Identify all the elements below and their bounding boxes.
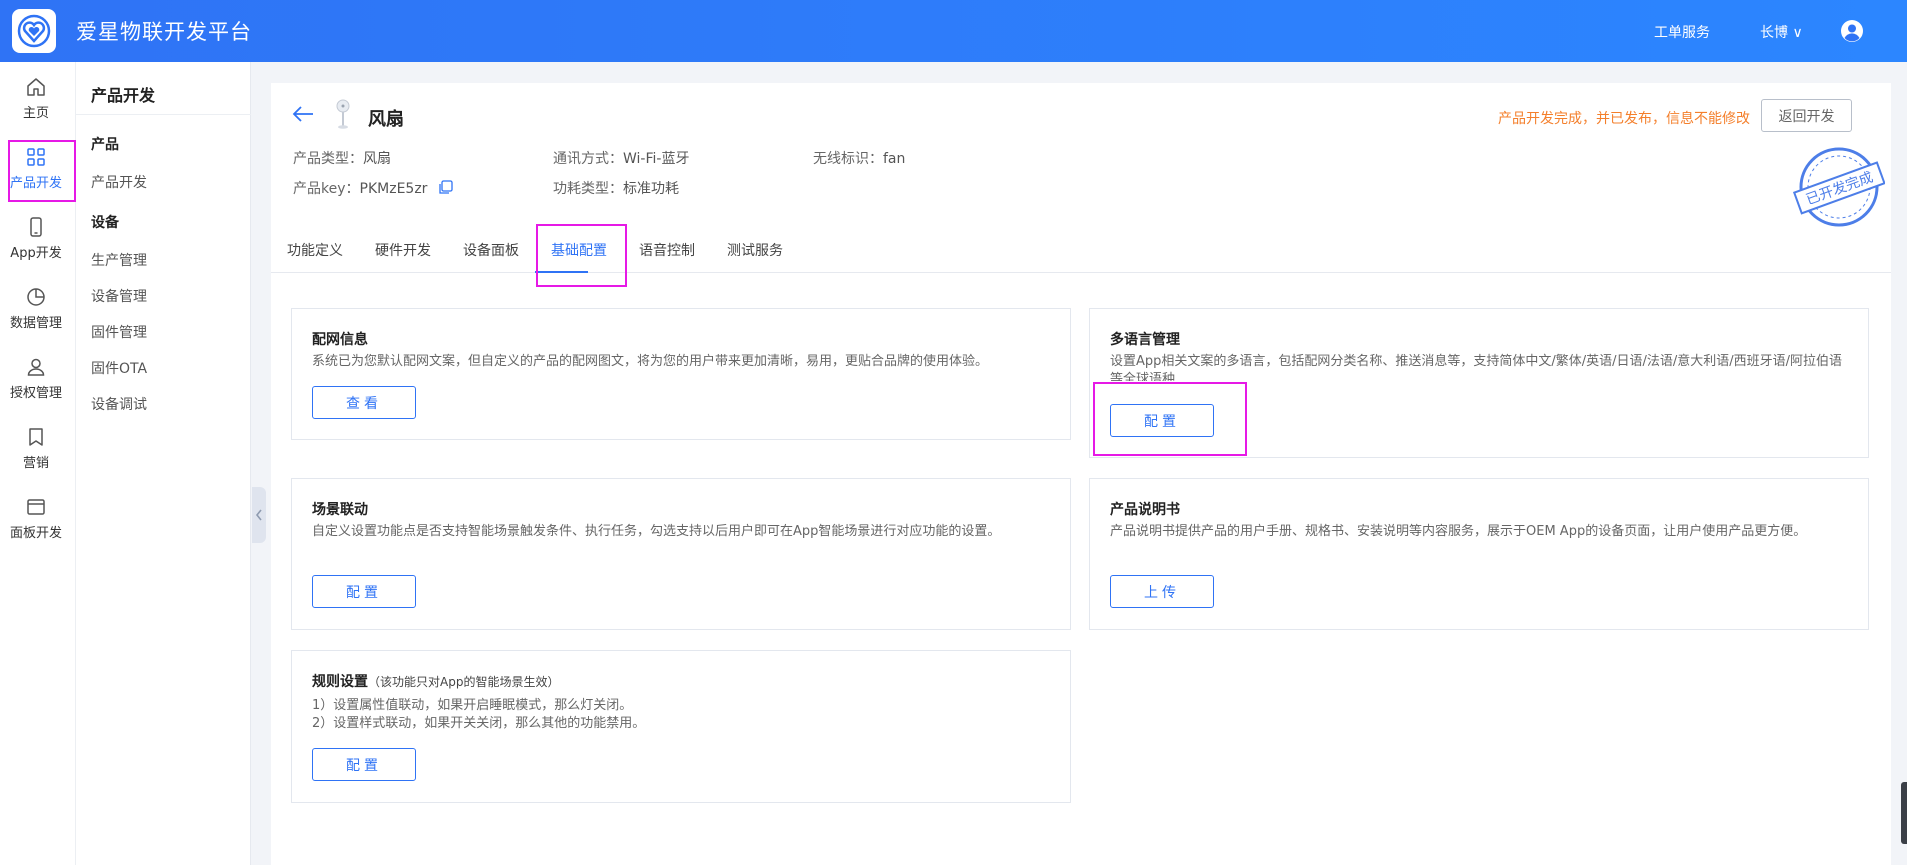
card-rules-title: 规则设置（该功能只对App的智能场景生效） <box>312 671 559 691</box>
back-arrow-icon[interactable] <box>291 104 315 124</box>
card-rules-line2: 2）设置样式联动，如果开关关闭，那么其他的功能禁用。 <box>312 716 646 731</box>
status-notice: 产品开发完成，并已发布，信息不能修改 <box>1498 111 1750 127</box>
card-network-title: 配网信息 <box>312 332 368 348</box>
product-key-value: PKMzE5zr <box>359 181 428 197</box>
nav-product-dev[interactable]: 产品开发 <box>0 138 72 196</box>
collapse-sidebar-button[interactable] <box>252 487 266 543</box>
subnav-title: 产品开发 <box>91 86 156 105</box>
pie-chart-icon <box>27 288 45 306</box>
subnav-item-ota[interactable]: 固件OTA <box>91 358 147 378</box>
active-tab-indicator <box>535 271 588 273</box>
tab-device-panel[interactable]: 设备面板 <box>463 240 519 260</box>
card-rules-line1: 1）设置属性值联动，如果开启睡眠模式，那么灯关闭。 <box>312 698 633 713</box>
user-icon <box>27 358 45 376</box>
card-network-info: 配网信息 系统已为您默认配网文案，但自定义的产品的配网图文，将为您的用户带来更加… <box>291 308 1071 440</box>
nav-app-dev-label: App开发 <box>10 246 62 261</box>
nav-auth-mgmt[interactable]: 授权管理 <box>0 348 72 406</box>
home-icon <box>27 78 45 96</box>
upload-manual-button[interactable]: 上传 <box>1110 575 1214 608</box>
nav-marketing[interactable]: 营销 <box>0 418 72 476</box>
brand-title: 爱星物联开发平台 <box>76 20 252 44</box>
card-language-desc: 设置App相关文案的多语言，包括配网分类名称、推送消息等，支持简体中文/繁体/英… <box>1110 354 1843 381</box>
tab-basic-config[interactable]: 基础配置 <box>551 240 607 260</box>
product-key: 产品key：PKMzE5zr <box>293 178 453 198</box>
tab-voice-control[interactable]: 语音控制 <box>639 240 695 260</box>
panel-icon <box>27 499 45 515</box>
subnav-group-product: 产品 <box>91 137 119 153</box>
tab-hardware-dev[interactable]: 硬件开发 <box>375 240 431 260</box>
tab-function-def[interactable]: 功能定义 <box>287 240 343 260</box>
nav-marketing-label: 营销 <box>22 456 49 471</box>
subnav-item-product-dev[interactable]: 产品开发 <box>91 172 147 192</box>
chevron-left-icon <box>255 509 262 521</box>
nav-panel-dev-label: 面板开发 <box>9 526 62 541</box>
user-menu[interactable]: 长博 ∨ <box>1760 22 1803 42</box>
fan-product-image <box>336 99 350 129</box>
nav-panel-dev[interactable]: 面板开发 <box>0 488 72 546</box>
card-scene-title: 场景联动 <box>312 502 368 518</box>
wireless-id-label: 无线标识： <box>813 151 883 167</box>
grid-icon <box>27 148 45 166</box>
nav-product-dev-label: 产品开发 <box>9 176 62 191</box>
bookmark-icon <box>29 428 43 446</box>
config-language-button[interactable]: 配置 <box>1110 404 1214 437</box>
wireless-id-value: fan <box>883 151 906 167</box>
product-key-label: 产品key： <box>293 181 360 197</box>
config-rules-button[interactable]: 配置 <box>312 748 416 781</box>
logo-icon[interactable] <box>12 9 56 53</box>
tab-bar: 功能定义 硬件开发 设备面板 基础配置 语音控制 测试服务 <box>271 227 1891 273</box>
subnav-item-debug[interactable]: 设备调试 <box>91 394 147 414</box>
nav-data-mgmt[interactable]: 数据管理 <box>0 278 72 336</box>
copy-icon[interactable] <box>438 180 453 195</box>
avatar-icon[interactable] <box>1841 20 1863 42</box>
view-network-button[interactable]: 查看 <box>312 386 416 419</box>
comm-method: 通讯方式：Wi-Fi-蓝牙 <box>553 148 689 168</box>
main-panel: 风扇 产品类型：风扇 通讯方式：Wi-Fi-蓝牙 无线标识：fan 产品key：… <box>271 83 1891 865</box>
sub-nav: 产品开发 产品 产品开发 设备 生产管理 设备管理 固件管理 固件OTA 设备调… <box>76 62 251 865</box>
nav-home[interactable]: 主页 <box>0 68 72 126</box>
card-manual-title: 产品说明书 <box>1110 502 1180 518</box>
completed-stamp: 已开发完成 <box>1793 147 1885 227</box>
top-header: 爱星物联开发平台 工单服务 长博 ∨ <box>0 0 1907 62</box>
power-type: 功耗类型：标准功耗 <box>553 178 679 198</box>
nav-data-mgmt-label: 数据管理 <box>9 316 62 331</box>
config-scene-button[interactable]: 配置 <box>312 575 416 608</box>
scrollbar-thumb[interactable] <box>1901 782 1907 844</box>
product-type: 产品类型：风扇 <box>293 148 391 168</box>
subnav-group-device: 设备 <box>91 215 119 231</box>
card-rules-note: （该功能只对App的智能场景生效） <box>368 675 560 689</box>
product-type-value: 风扇 <box>363 151 391 167</box>
return-dev-button[interactable]: 返回开发 <box>1761 99 1852 132</box>
divider <box>76 114 251 115</box>
product-type-label: 产品类型： <box>293 151 363 167</box>
power-type-value: 标准功耗 <box>623 181 679 197</box>
main-nav-rail: 主页 产品开发 App开发 数据管理 授权管理 营销 面板开发 <box>0 62 76 865</box>
subnav-item-firmware[interactable]: 固件管理 <box>91 322 147 342</box>
subnav-item-production[interactable]: 生产管理 <box>91 250 147 270</box>
comm-method-value: Wi-Fi-蓝牙 <box>623 151 690 167</box>
nav-home-label: 主页 <box>22 106 49 121</box>
comm-method-label: 通讯方式： <box>553 151 623 167</box>
card-scene-linkage: 场景联动 自定义设置功能点是否支持智能场景触发条件、执行任务，勾选支持以后用户即… <box>291 478 1071 630</box>
phone-icon <box>30 217 42 237</box>
wireless-id: 无线标识：fan <box>813 148 905 168</box>
ticket-service-link[interactable]: 工单服务 <box>1654 22 1710 42</box>
card-product-manual: 产品说明书 产品说明书提供产品的用户手册、规格书、安装说明等内容服务，展示于OE… <box>1089 478 1869 630</box>
card-rules-title-text: 规则设置 <box>312 674 368 690</box>
card-multi-language: 多语言管理 设置App相关文案的多语言，包括配网分类名称、推送消息等，支持简体中… <box>1089 308 1869 458</box>
card-scene-desc: 自定义设置功能点是否支持智能场景触发条件、执行任务，勾选支持以后用户即可在App… <box>312 524 1001 539</box>
card-language-title: 多语言管理 <box>1110 332 1180 348</box>
card-manual-desc: 产品说明书提供产品的用户手册、规格书、安装说明等内容服务，展示于OEM App的… <box>1110 524 1807 539</box>
nav-app-dev[interactable]: App开发 <box>0 208 72 266</box>
product-name: 风扇 <box>368 109 404 130</box>
card-rule-settings: 规则设置（该功能只对App的智能场景生效） 1）设置属性值联动，如果开启睡眠模式… <box>291 650 1071 803</box>
power-type-label: 功耗类型： <box>553 181 623 197</box>
nav-auth-mgmt-label: 授权管理 <box>9 386 62 401</box>
tab-test-service[interactable]: 测试服务 <box>727 240 783 260</box>
subnav-item-device-mgmt[interactable]: 设备管理 <box>91 286 147 306</box>
card-network-desc: 系统已为您默认配网文案，但自定义的产品的配网图文，将为您的用户带来更加清晰，易用… <box>312 354 989 369</box>
